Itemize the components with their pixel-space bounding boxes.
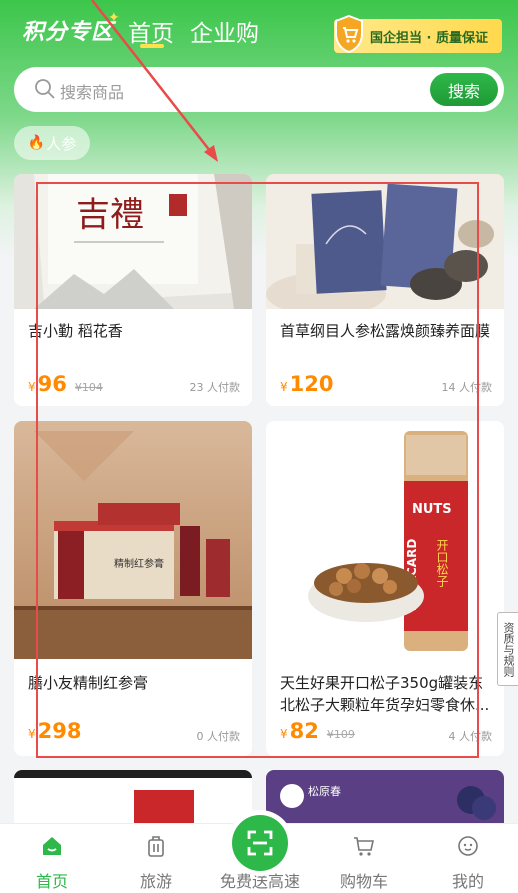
chip-label: 人参 [46, 134, 77, 153]
scan-icon [247, 830, 273, 856]
product-image [14, 770, 252, 830]
product-card[interactable] [14, 770, 252, 830]
search-button[interactable]: 搜索 [430, 73, 498, 106]
product-image: 松原春 [266, 770, 504, 830]
brand-logo-text: 松原春 [308, 784, 341, 798]
annotation-rectangle [36, 182, 479, 758]
search-input[interactable]: 搜索商品 [60, 79, 124, 103]
guarantee-text: 国企担当 · 质量保证 [370, 30, 488, 46]
sparkle-icon: ✦ [108, 10, 120, 26]
nav-home[interactable]: 首页 [7, 824, 97, 893]
home-icon [43, 837, 61, 855]
tab-home[interactable]: 首页 [128, 14, 174, 48]
search-bar[interactable]: 搜索商品 搜索 [14, 67, 504, 112]
nav-travel[interactable]: 旅游 [111, 824, 201, 893]
active-tab-indicator [140, 44, 164, 48]
luggage-icon [148, 836, 164, 857]
profile-face-icon [458, 836, 478, 856]
qualification-rules-tab[interactable]: 资质与规则 [497, 612, 518, 686]
tab-enterprise-purchase[interactable]: 企业购 [190, 14, 259, 48]
flame-icon: 🔥 [27, 135, 46, 151]
top-header: 积分专区 ✦ 首页 企业购 国企担当 · 质量保证 [0, 0, 518, 62]
shopping-cart-icon [354, 837, 374, 856]
shield-cart-icon [335, 14, 363, 54]
product-card[interactable]: 松原春 [266, 770, 504, 830]
category-chip-ginseng[interactable]: 🔥 人参 [14, 126, 90, 160]
points-zone-logo: 积分专区 [22, 20, 115, 45]
search-icon [35, 79, 55, 99]
nav-profile[interactable]: 我的 [423, 824, 513, 893]
scan-button[interactable] [232, 815, 288, 871]
nav-cart[interactable]: 购物车 [319, 824, 409, 893]
